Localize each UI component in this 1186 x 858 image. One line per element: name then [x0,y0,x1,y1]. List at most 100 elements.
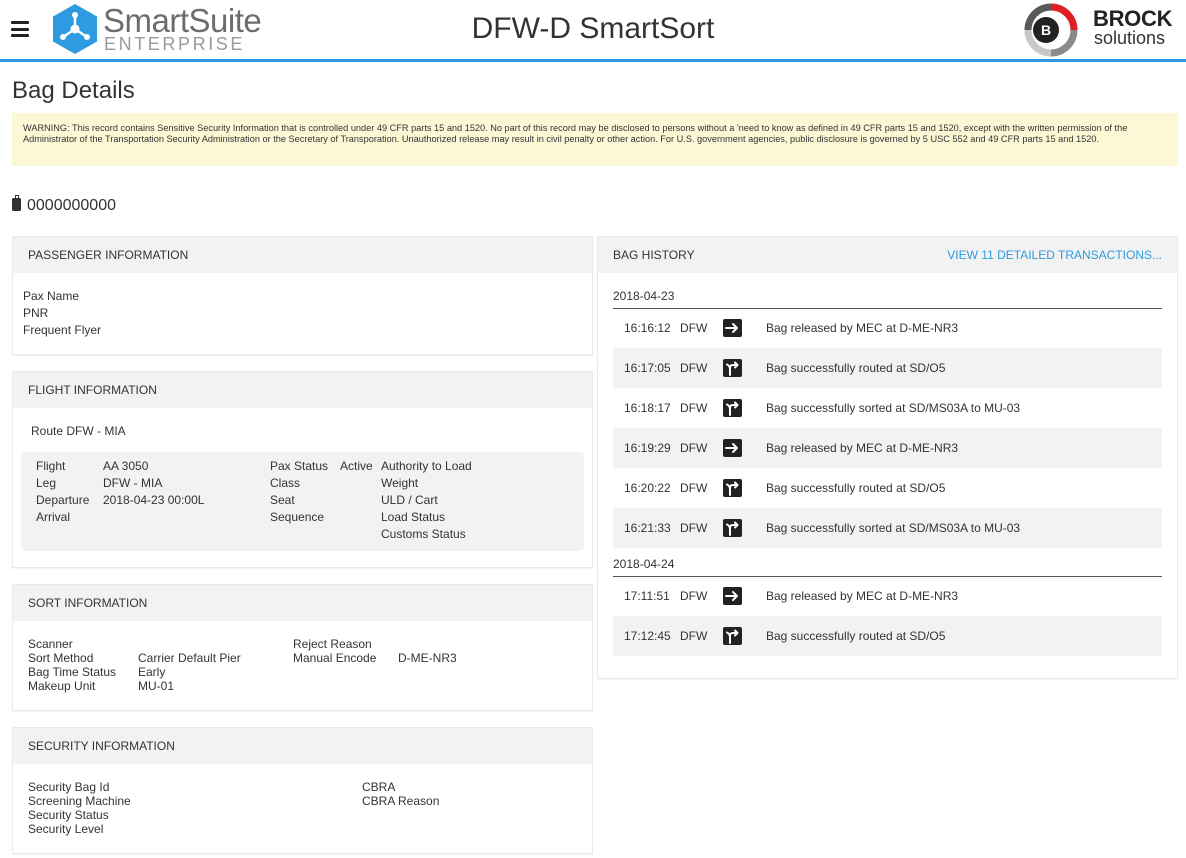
load-status-label: Load Status [381,510,446,524]
brock-badge-text: B [1041,22,1051,38]
makeup-unit-value: MU-01 [138,679,175,693]
makeup-unit-label: Makeup Unit [28,679,96,693]
route-split-icon [723,519,742,537]
history-location: DFW [680,589,708,603]
route-split-icon [723,627,742,645]
flight-panel: FLIGHT INFORMATION Route DFW - MIA Fligh… [12,371,593,568]
arrow-right-icon [723,439,742,457]
history-time: 17:12:45 [624,629,671,643]
route-text: Route DFW - MIA [31,424,126,438]
security-panel: SECURITY INFORMATION Security Bag Id Scr… [12,727,593,854]
cbra-label: CBRA [362,780,396,794]
cbra-reason-label: CBRA Reason [362,794,440,808]
pnr-label: PNR [23,306,49,320]
arrow-right-icon [723,319,742,337]
route-split-icon [723,399,742,417]
history-row: 16:18:17 DFW Bag successfully sorted at SD… [613,388,1162,428]
history-message: Bag successfully sorted at SD/MS03A to M… [766,401,1021,415]
history-row: 17:11:51 DFW Bag released by MEC at D-ME-N… [613,576,1162,616]
history-row: 16:20:22 DFW Bag successfully routed at SD… [613,468,1162,508]
reject-reason-label: Reject Reason [293,637,372,651]
brock-logo-icon: B [1024,3,1078,57]
history-time: 16:20:22 [624,481,671,495]
security-panel-heading: SECURITY INFORMATION [13,728,592,764]
history-location: DFW [680,521,708,535]
history-location: DFW [680,441,708,455]
arrow-right-icon [723,587,742,605]
route-split-icon [723,359,742,377]
history-date-header: 2018-04-23 [613,289,1162,309]
history-time: 16:16:12 [624,321,671,335]
history-time: 16:21:33 [624,521,671,535]
history-time: 16:18:17 [624,401,671,415]
bag-time-status-value: Early [138,665,166,679]
seat-label: Seat [270,493,295,507]
authority-label: Authority to Load [381,459,472,473]
departure-label: Departure [36,493,90,507]
sort-panel-heading: SORT INFORMATION [13,585,592,621]
ssi-warning: WARNING: This record contains Sensitive … [12,113,1178,166]
pax-name-label: Pax Name [23,289,80,303]
history-row: 16:21:33 DFW Bag successfully sorted at SD… [613,508,1162,548]
scanner-label: Scanner [28,637,73,651]
bag-time-status-label: Bag Time Status [28,665,117,679]
frequent-flyer-label: Frequent Flyer [23,323,102,337]
top-bar: SmartSuite ENTERPRISE DFW-D SmartSort B … [0,0,1186,62]
departure-value: 2018-04-23 00:00L [103,493,205,507]
history-message: Bag successfully routed at SD/O5 [766,481,946,495]
passenger-panel: PASSENGER INFORMATION Pax Name PNR Frequ… [12,236,593,355]
history-time: 16:17:05 [624,361,671,375]
route-split-icon [723,479,742,497]
passenger-panel-heading: PASSENGER INFORMATION [13,237,592,273]
weight-label: Weight [381,476,419,490]
history-location: DFW [680,401,708,415]
manual-encode-value: D-ME-NR3 [398,651,457,665]
sort-method-value: Carrier Default Pier [138,651,241,665]
bag-icon [12,195,21,211]
bag-id-text: 0000000000 [27,197,116,214]
history-location: DFW [680,629,708,643]
bag-history-title: BAG HISTORY [613,248,695,262]
history-message: Bag successfully routed at SD/O5 [766,361,946,375]
security-bag-id-label: Security Bag Id [28,780,110,794]
app-title: DFW-D SmartSort [471,12,715,45]
arrival-label: Arrival [36,510,71,524]
screening-machine-label: Screening Machine [28,794,131,808]
history-row: 17:12:45 DFW Bag successfully routed at SD… [613,616,1162,656]
uld-label: ULD / Cart [381,493,438,507]
history-message: Bag released by MEC at D-ME-NR3 [766,321,959,335]
history-message: Bag released by MEC at D-ME-NR3 [766,441,959,455]
class-label: Class [270,476,301,490]
pax-status-label: Pax Status [270,459,329,473]
customs-status-label: Customs Status [381,527,466,541]
bag-history-heading: BAG HISTORY View 11 Detailed Transaction… [598,237,1177,273]
history-time: 16:19:29 [624,441,671,455]
security-status-label: Security Status [28,808,109,822]
leg-value: DFW - MIA [103,476,163,490]
history-time: 17:11:51 [624,589,670,603]
history-message: Bag successfully routed at SD/O5 [766,629,946,643]
brand-subtitle: solutions [1094,28,1166,48]
history-location: DFW [680,321,708,335]
history-row: 16:17:05 DFW Bag successfully routed at SD… [613,348,1162,388]
history-row: 16:19:29 DFW Bag released by MEC at D-ME-N… [613,428,1162,468]
sort-panel: SORT INFORMATION Scanner Sort Method Car… [12,584,593,711]
bag-history-panel: BAG HISTORY View 11 Detailed Transaction… [597,236,1178,679]
sort-method-label: Sort Method [28,651,94,665]
flight-details-box: Flight AA 3050 Leg DFW - MIA Departure 2… [21,452,584,551]
security-level-label: Security Level [28,822,104,836]
page-title: Bag Details [12,77,135,104]
history-message: Bag successfully sorted at SD/MS03A to M… [766,521,1021,535]
pax-status-value: Active [340,459,373,473]
history-message: Bag released by MEC at D-ME-NR3 [766,589,959,603]
flight-label: Flight [36,459,66,473]
history-row: 16:16:12 DFW Bag released by MEC at D-ME-N… [613,308,1162,348]
flight-panel-heading: FLIGHT INFORMATION [13,372,592,408]
manual-encode-label: Manual Encode [293,651,377,665]
leg-label: Leg [36,476,57,490]
history-location: DFW [680,481,708,495]
history-location: DFW [680,361,708,375]
bag-tag-number: 0000000000 [12,195,116,216]
sequence-label: Sequence [270,510,325,524]
view-transactions-link[interactable]: View 11 Detailed Transactions... [947,248,1162,262]
